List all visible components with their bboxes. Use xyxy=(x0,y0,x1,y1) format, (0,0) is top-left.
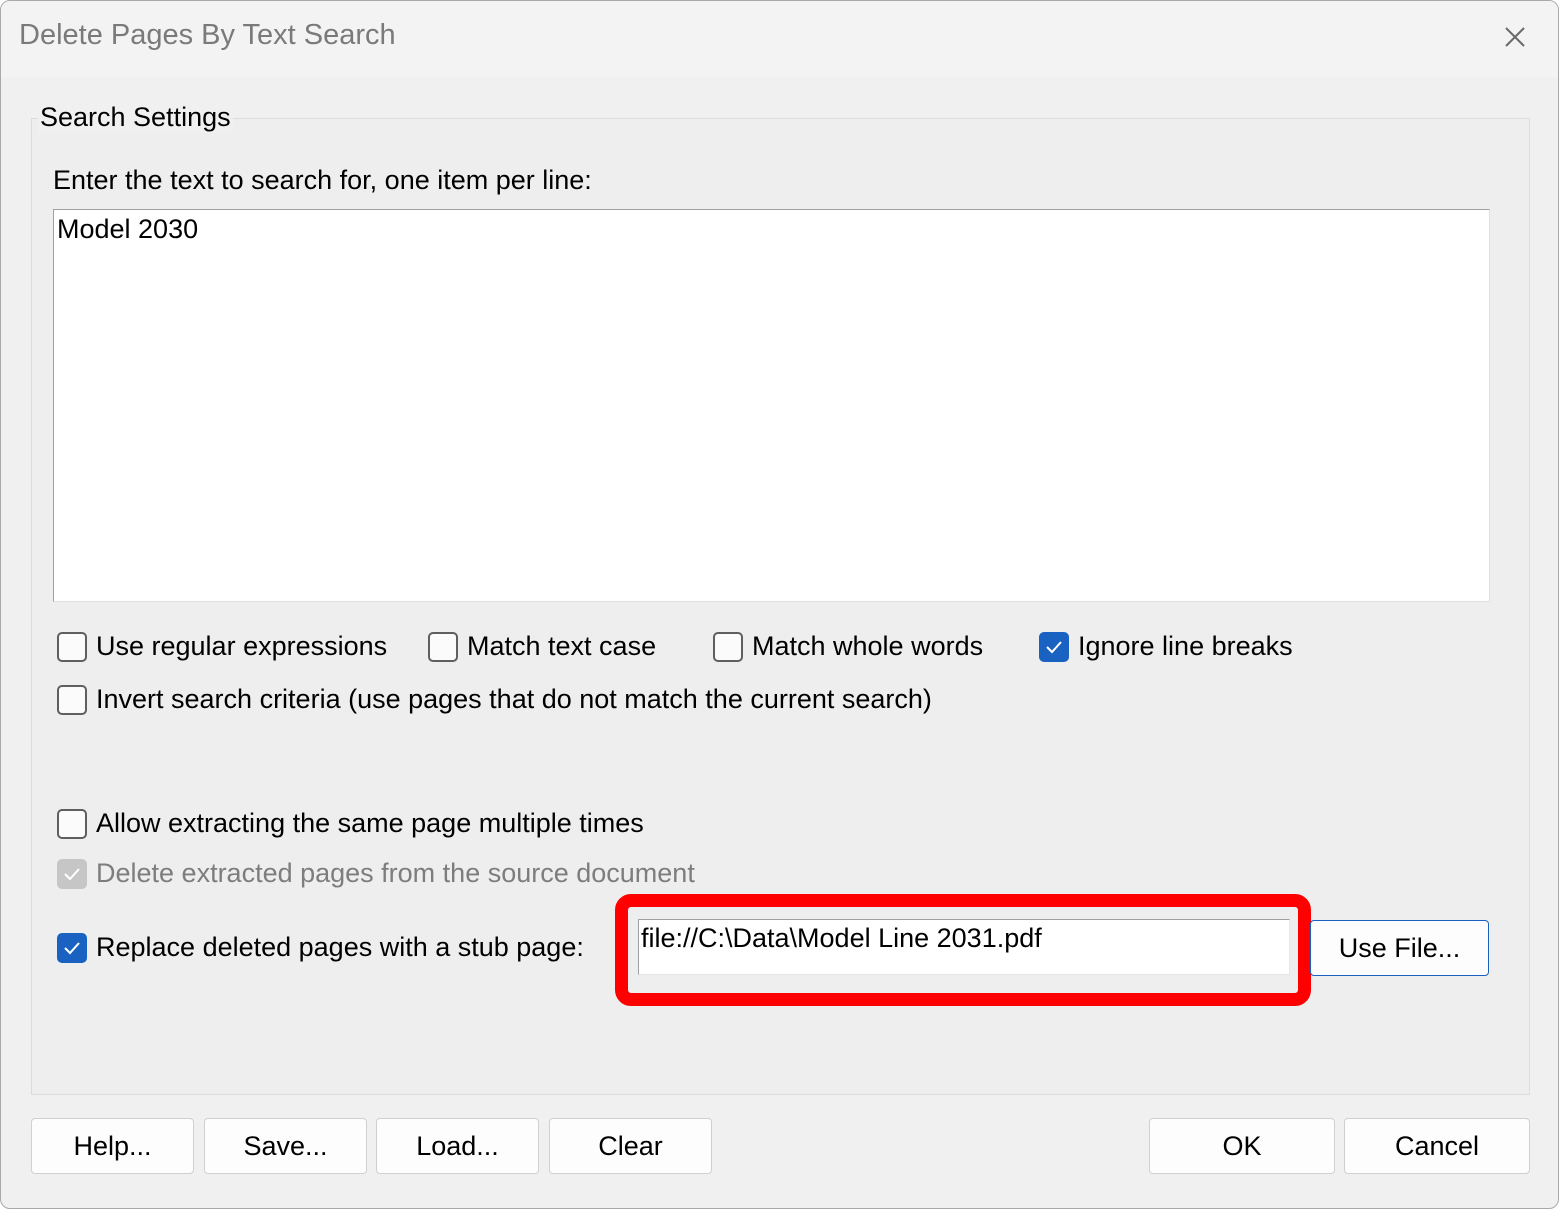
ignore-line-breaks-option[interactable]: Ignore line breaks xyxy=(1039,631,1293,662)
replace-stub-label: Replace deleted pages with a stub page: xyxy=(96,932,584,962)
replace-stub-option[interactable]: Replace deleted pages with a stub page: xyxy=(57,932,584,963)
title-bar: Delete Pages By Text Search xyxy=(1,1,1558,77)
allow-multiple-checkbox[interactable] xyxy=(57,808,87,839)
load-button[interactable]: Load... xyxy=(376,1118,539,1174)
save-button[interactable]: Save... xyxy=(204,1118,367,1174)
allow-multiple-option[interactable]: Allow extracting the same page multiple … xyxy=(57,808,644,839)
ignore-line-breaks-checkbox[interactable] xyxy=(1039,631,1069,662)
match-case-checkbox[interactable] xyxy=(428,631,458,662)
checkmark-icon xyxy=(1046,640,1062,653)
use-file-button[interactable]: Use File... xyxy=(1310,920,1489,976)
ignore-line-breaks-label: Ignore line breaks xyxy=(1078,631,1293,661)
delete-extracted-checkbox xyxy=(57,858,87,889)
close-icon xyxy=(1505,27,1525,47)
use-regex-label: Use regular expressions xyxy=(96,631,388,661)
invert-criteria-option[interactable]: Invert search criteria (use pages that d… xyxy=(57,684,932,715)
match-case-option[interactable]: Match text case xyxy=(428,631,656,662)
match-whole-words-option[interactable]: Match whole words xyxy=(713,631,983,662)
invert-criteria-label: Invert search criteria (use pages that d… xyxy=(96,684,932,714)
match-whole-words-checkbox[interactable] xyxy=(713,631,743,662)
search-text-area[interactable]: Model 2030 xyxy=(53,209,1490,602)
replace-stub-checkbox[interactable] xyxy=(57,932,87,963)
delete-pages-dialog: Delete Pages By Text Search Search Setti… xyxy=(0,0,1559,1209)
help-button[interactable]: Help... xyxy=(31,1118,194,1174)
ok-button[interactable]: OK xyxy=(1149,1118,1335,1174)
cancel-button[interactable]: Cancel xyxy=(1344,1118,1530,1174)
allow-multiple-label: Allow extracting the same page multiple … xyxy=(96,808,644,838)
delete-extracted-label: Delete extracted pages from the source d… xyxy=(96,858,695,888)
match-whole-words-label: Match whole words xyxy=(752,631,984,661)
use-regex-checkbox[interactable] xyxy=(57,631,87,662)
checkmark-icon xyxy=(64,941,80,954)
use-regex-option[interactable]: Use regular expressions xyxy=(57,631,387,662)
delete-extracted-option: Delete extracted pages from the source d… xyxy=(57,858,695,889)
dialog-title: Delete Pages By Text Search xyxy=(19,19,396,51)
search-prompt-label: Enter the text to search for, one item p… xyxy=(53,165,592,195)
invert-criteria-checkbox[interactable] xyxy=(57,684,87,715)
close-button[interactable] xyxy=(1491,15,1539,59)
stub-file-input[interactable]: file://C:\Data\Model Line 2031.pdf xyxy=(638,919,1290,975)
clear-button[interactable]: Clear xyxy=(549,1118,712,1174)
match-case-label: Match text case xyxy=(467,631,657,661)
checkmark-icon xyxy=(64,867,80,880)
search-settings-label: Search Settings xyxy=(38,102,233,133)
